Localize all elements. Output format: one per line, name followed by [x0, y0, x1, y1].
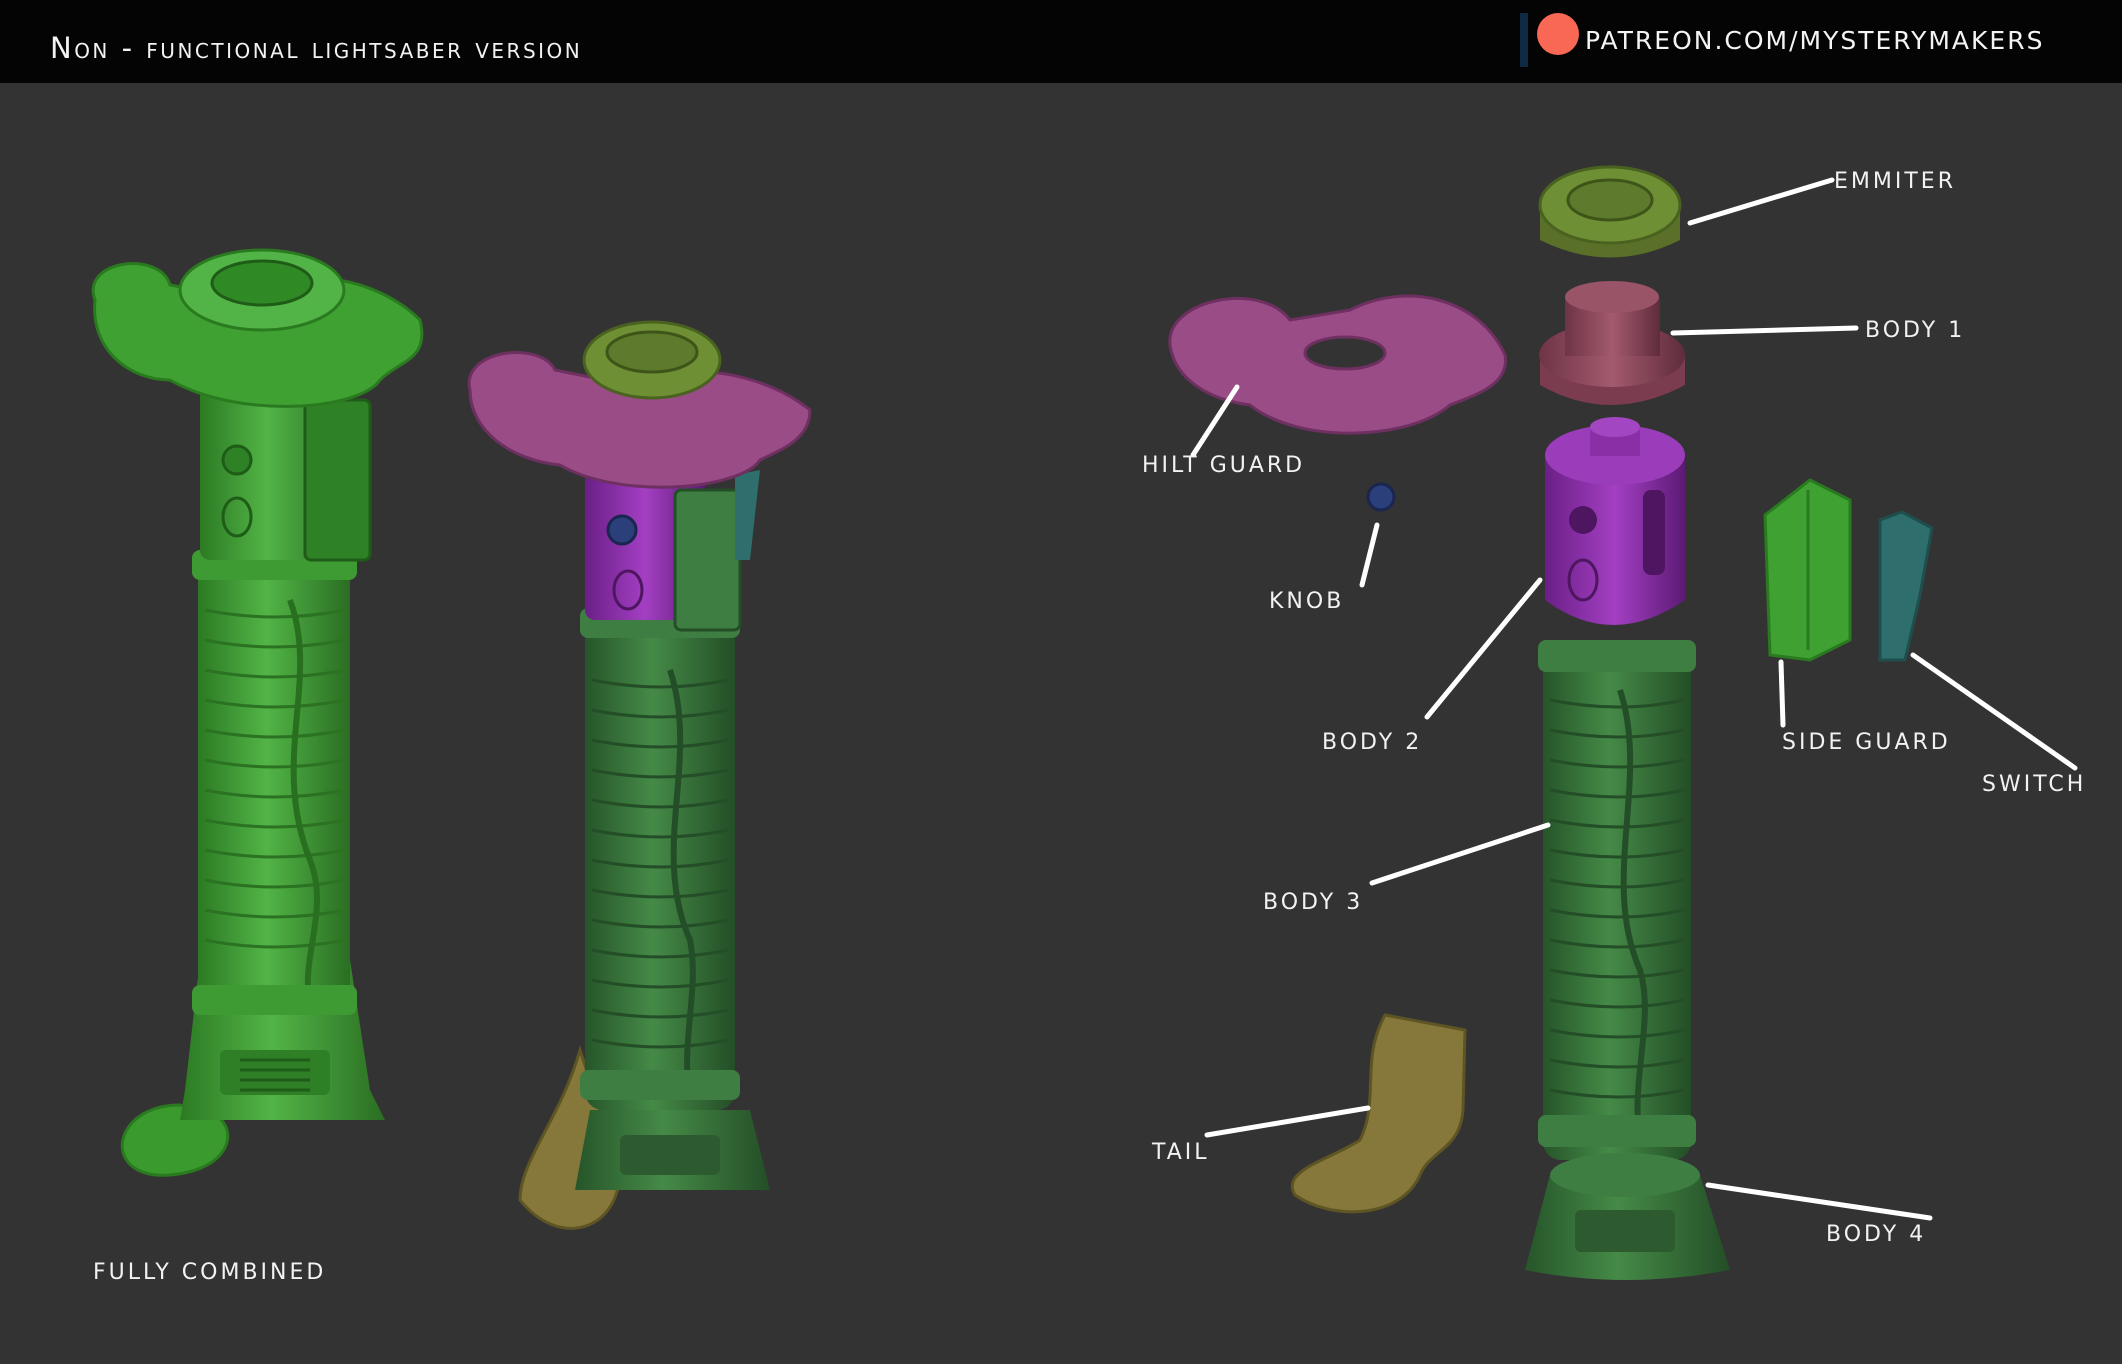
patreon-link[interactable]: PATREON.COM/MYSTERYMAKERS [1585, 26, 2044, 55]
label-switch: SWITCH [1982, 772, 2087, 797]
part-body-4 [1525, 1153, 1730, 1280]
part-body-1 [1539, 281, 1685, 405]
label-tail: TAIL [1152, 1140, 1210, 1165]
part-tail [1290, 1013, 1467, 1214]
label-knob: KNOB [1269, 589, 1345, 614]
label-body-2: BODY 2 [1322, 730, 1423, 755]
page-title: Non - functional lightsaber version [50, 31, 583, 65]
label-emmiter: EMMITER [1834, 169, 1956, 194]
part-side-guard [1763, 478, 1852, 662]
label-side-guard: SIDE GUARD [1782, 730, 1951, 755]
label-body-4: BODY 4 [1826, 1222, 1927, 1247]
part-switch [1878, 510, 1934, 662]
label-fully-combined: FULLY COMBINED [93, 1260, 327, 1285]
label-body-1: BODY 1 [1865, 318, 1966, 343]
patreon-icon [1520, 13, 1579, 67]
part-body-2 [1545, 417, 1685, 625]
lightsaber-render [91, 165, 2078, 1280]
label-body-3: BODY 3 [1263, 890, 1364, 915]
saber-fully-combined [91, 248, 424, 1177]
part-body-3 [1538, 640, 1696, 1160]
header-bar: Non - functional lightsaber version PATR… [0, 0, 2122, 83]
label-hilt-guard: HILT GUARD [1142, 453, 1306, 478]
part-knob [1366, 482, 1396, 512]
part-emmiter [1538, 165, 1682, 258]
saber-color-coded [467, 320, 812, 1230]
